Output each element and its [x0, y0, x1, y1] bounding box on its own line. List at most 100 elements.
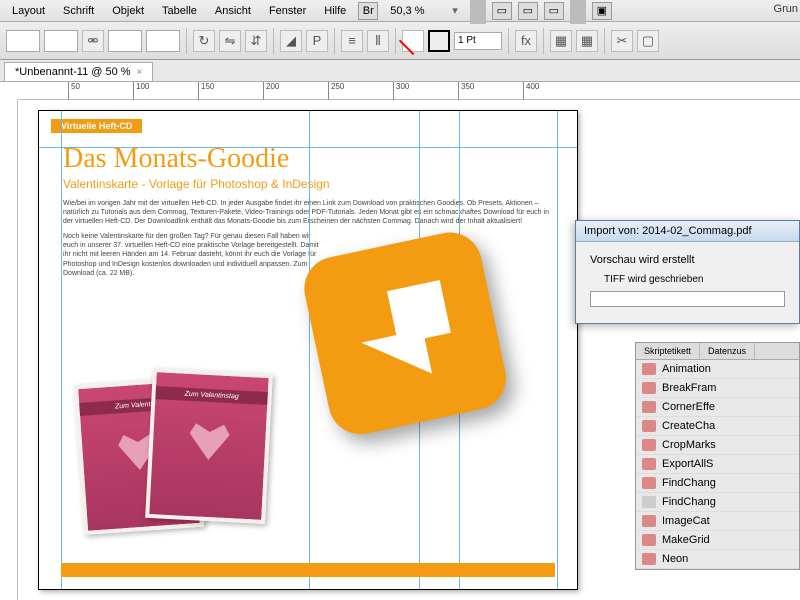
ruler-tick: 300 [393, 82, 409, 100]
x-field[interactable] [6, 30, 40, 52]
script-label: FindChang [662, 496, 716, 508]
text-p-icon[interactable]: P [306, 30, 328, 52]
script-icon [642, 515, 656, 527]
menu-fenster[interactable]: Fenster [261, 3, 314, 19]
tab-title: *Unbenannt-11 @ 50 % [15, 66, 131, 78]
control-toolbar: ⚮ ↻ ⇋ ⇵ ◢ P ≡ ⫴ fx ▦ ▦ ✂ ▢ [0, 22, 800, 60]
menu-ansicht[interactable]: Ansicht [207, 3, 259, 19]
script-label: BreakFram [662, 382, 716, 394]
script-icon [642, 439, 656, 451]
script-icon [642, 420, 656, 432]
zoom-level[interactable]: 50,3 % [382, 3, 442, 19]
card-ribbon: Zum Valentinstag [155, 386, 268, 405]
progress-bar [590, 291, 785, 307]
script-label: Animation [662, 363, 711, 375]
menu-objekt[interactable]: Objekt [104, 3, 152, 19]
body-paragraph: Noch keine Valentinskarte für den großen… [63, 232, 323, 277]
distribute-icon[interactable]: ⫴ [367, 30, 389, 52]
scripts-panel: Skriptetikett Datenzus Animation BreakFra… [635, 342, 800, 570]
dialog-substatus: TIFF wird geschrieben [604, 274, 785, 285]
dialog-title: Import von: 2014-02_Commag.pdf [576, 221, 799, 242]
guide[interactable] [557, 111, 558, 589]
script-label: FindChang [662, 477, 716, 489]
vertical-ruler[interactable] [0, 100, 18, 600]
bridge-icon[interactable]: Br [358, 2, 378, 20]
fx-icon[interactable]: fx [515, 30, 537, 52]
align-icon[interactable]: ≡ [341, 30, 363, 52]
script-item[interactable]: CropMarks [636, 436, 799, 455]
crop-icon[interactable]: ✂ [611, 30, 633, 52]
corner-icon[interactable]: ◢ [280, 30, 302, 52]
script-item[interactable]: ExportAllS [636, 455, 799, 474]
frame-icon[interactable]: ▢ [637, 30, 659, 52]
body-paragraph: Wie/bei im vorigen Jahr mit der virtuell… [63, 199, 553, 226]
guide[interactable] [309, 111, 310, 589]
arrow-icon [352, 280, 459, 387]
page-footer-bar [61, 563, 555, 577]
section-badge: Virtuelle Heft-CD [51, 119, 142, 133]
view-mode-2-icon[interactable]: ▭ [518, 2, 538, 20]
script-icon [642, 458, 656, 470]
ruler-tick: 50 [68, 82, 80, 100]
script-item[interactable]: FindChang [636, 493, 799, 512]
script-icon [642, 401, 656, 413]
stroke-weight-field[interactable] [454, 32, 502, 50]
wrap-1-icon[interactable]: ▦ [550, 30, 572, 52]
screen-mode-icon[interactable]: ▣ [592, 2, 612, 20]
heart-icon [188, 419, 230, 461]
flip-v-icon[interactable]: ⇵ [245, 30, 267, 52]
guide[interactable] [61, 111, 62, 589]
script-item[interactable]: Neon [636, 550, 799, 569]
menu-layout[interactable]: Layout [4, 3, 53, 19]
flip-h-icon[interactable]: ⇋ [219, 30, 241, 52]
document-tabs: *Unbenannt-11 @ 50 % × [0, 60, 800, 82]
document-tab[interactable]: *Unbenannt-11 @ 50 % × [4, 62, 153, 81]
script-item[interactable]: ImageCat [636, 512, 799, 531]
stroke-swatch[interactable] [428, 30, 450, 52]
link-icon[interactable]: ⚮ [82, 30, 104, 52]
script-label: Neon [662, 553, 688, 565]
view-mode-3-icon[interactable]: ▭ [544, 2, 564, 20]
view-mode-1-icon[interactable]: ▭ [492, 2, 512, 20]
panel-tab-skriptetikett[interactable]: Skriptetikett [636, 343, 700, 359]
fill-swatch[interactable] [402, 30, 424, 52]
script-label: CropMarks [662, 439, 716, 451]
logo-graphic[interactable] [298, 222, 535, 459]
guide[interactable] [39, 147, 577, 148]
script-item[interactable]: FindChang [636, 474, 799, 493]
horizontal-ruler[interactable]: 50 100 150 200 250 300 350 400 [18, 82, 800, 100]
h-field[interactable] [146, 30, 180, 52]
folder-icon [642, 496, 656, 508]
wrap-2-icon[interactable]: ▦ [576, 30, 598, 52]
w-field[interactable] [108, 30, 142, 52]
script-icon [642, 553, 656, 565]
import-dialog: Import von: 2014-02_Commag.pdf Vorschau … [575, 220, 800, 324]
scripts-list[interactable]: Animation BreakFram CornerEffe CreateCha Cro… [636, 360, 799, 569]
close-tab-icon[interactable]: × [137, 67, 143, 78]
script-item[interactable]: CornerEffe [636, 398, 799, 417]
document-page[interactable]: Virtuelle Heft-CD Das Monats-Goodie Vale… [38, 110, 578, 590]
script-label: CornerEffe [662, 401, 715, 413]
ruler-tick: 100 [133, 82, 149, 100]
y-field[interactable] [44, 30, 78, 52]
script-item[interactable]: Animation [636, 360, 799, 379]
ruler-tick: 200 [263, 82, 279, 100]
script-item[interactable]: CreateCha [636, 417, 799, 436]
subheadline: Valentinskarte - Vorlage für Photoshop &… [63, 177, 577, 191]
valentine-cards[interactable]: Zum Valentin Zum Valentinstag [79, 371, 299, 541]
menu-tabelle[interactable]: Tabelle [154, 3, 205, 19]
script-item[interactable]: MakeGrid [636, 531, 799, 550]
script-label: ExportAllS [662, 458, 713, 470]
script-icon [642, 382, 656, 394]
ruler-tick: 250 [328, 82, 344, 100]
panel-tab-datenzus[interactable]: Datenzus [700, 343, 755, 359]
dialog-status: Vorschau wird erstellt [590, 254, 785, 266]
workspace-label[interactable]: Grun [774, 3, 798, 15]
rotate-icon[interactable]: ↻ [193, 30, 215, 52]
script-item[interactable]: BreakFram [636, 379, 799, 398]
menu-hilfe[interactable]: Hilfe [316, 3, 354, 19]
menu-bar: Layout Schrift Objekt Tabelle Ansicht Fe… [0, 0, 800, 22]
script-icon [642, 477, 656, 489]
script-label: CreateCha [662, 420, 715, 432]
menu-schrift[interactable]: Schrift [55, 3, 102, 19]
